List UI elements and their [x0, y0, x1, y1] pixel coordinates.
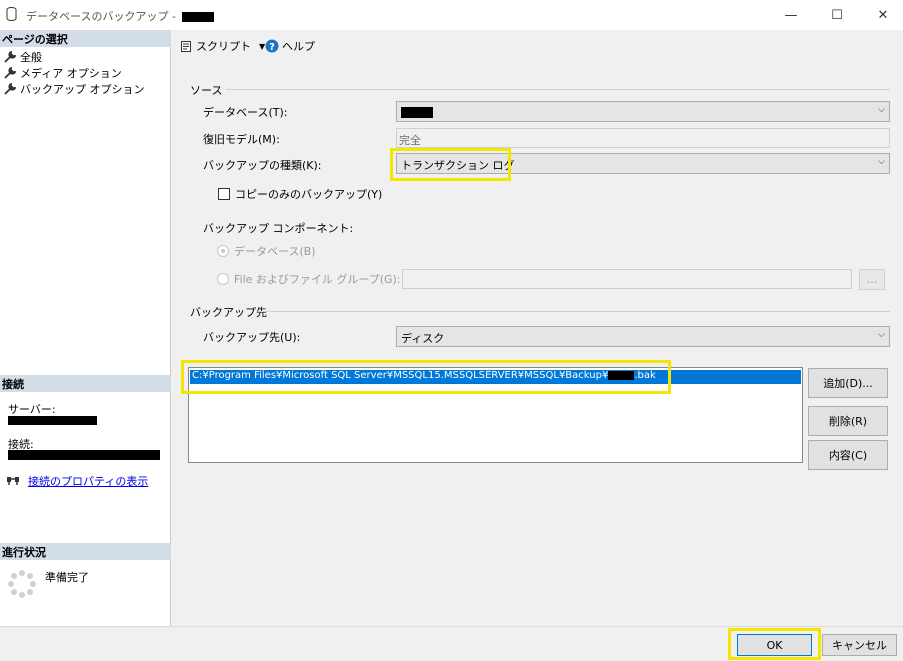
filegroup-field	[402, 269, 852, 289]
select-page-header: ページの選択	[0, 30, 171, 47]
source-group-divider	[226, 89, 890, 90]
backup-to-value: ディスク	[401, 332, 445, 345]
page-backup-options[interactable]: バックアップ オプション	[4, 81, 145, 97]
cancel-button[interactable]: キャンセル	[822, 634, 897, 656]
help-label: ヘルプ	[282, 40, 315, 53]
database-select[interactable]: ⌵	[396, 101, 890, 122]
close-button[interactable]: ✕	[860, 0, 903, 30]
title-bar: データベースのバックアップ - — ☐ ✕	[0, 0, 903, 30]
radio-files[interactable]: File およびファイル グループ(G):	[217, 271, 401, 287]
connection-properties-icon	[7, 477, 19, 485]
script-icon	[181, 40, 191, 52]
path-highlight	[181, 360, 671, 394]
copy-only-checkbox[interactable]: コピーのみのバックアップ(Y)	[218, 186, 382, 202]
progress-spinner-icon	[8, 570, 36, 598]
redacted-db-name	[182, 12, 215, 22]
remove-button[interactable]: 削除(R)	[808, 406, 888, 436]
destination-group-divider	[259, 311, 890, 312]
wrench-icon	[4, 83, 16, 95]
contents-button[interactable]: 内容(C)	[808, 440, 888, 470]
copy-only-label: コピーのみのバックアップ(Y)	[235, 188, 383, 201]
script-button[interactable]: スクリプト ▼	[180, 38, 265, 54]
maximize-button[interactable]: ☐	[814, 0, 860, 30]
destination-group-label: バックアップ先	[190, 306, 267, 319]
radio-database-label: データベース(B)	[234, 245, 316, 258]
chevron-down-icon: ⌵	[878, 105, 885, 115]
add-button[interactable]: 追加(D)...	[808, 368, 888, 398]
recovery-model-field: 完全	[396, 128, 890, 148]
backup-component-label: バックアップ コンポーネント:	[203, 222, 354, 235]
backup-to-select[interactable]: ディスク ⌵	[396, 326, 890, 347]
page-backup-options-label: バックアップ オプション	[20, 83, 145, 96]
redacted-database	[401, 106, 433, 118]
filegroup-browse-button[interactable]: ...	[859, 269, 885, 290]
recovery-model-label: 復旧モデル(M):	[203, 133, 280, 146]
toolbar: スクリプト ▼ ? ヘルプ	[172, 30, 903, 61]
window-title: データベースのバックアップ -	[26, 8, 215, 24]
page-media-options-label: メディア オプション	[20, 67, 122, 80]
page-general-label: 全般	[20, 51, 42, 64]
chevron-down-icon: ⌵	[878, 157, 885, 167]
server-label: サーバー:	[8, 403, 56, 416]
connection-header: 接続	[0, 375, 171, 392]
backup-to-label: バックアップ先(U):	[203, 331, 301, 344]
svg-text:?: ?	[269, 42, 275, 53]
page-general[interactable]: 全般	[4, 49, 42, 65]
left-pane: ページの選択 全般 メディア オプション バックアップ オプション 接続 サーバ…	[0, 30, 171, 626]
minimize-button[interactable]: —	[768, 0, 814, 30]
help-icon: ?	[265, 39, 279, 53]
backup-type-label: バックアップの種類(K):	[203, 159, 322, 172]
radio-database[interactable]: データベース(B)	[217, 243, 316, 259]
view-connection-properties-link[interactable]: 接続のプロパティの表示	[28, 473, 148, 489]
script-label: スクリプト	[196, 40, 251, 53]
redacted-server	[8, 416, 97, 425]
wrench-icon	[4, 51, 16, 63]
source-group-label: ソース	[190, 84, 223, 97]
help-button[interactable]: ? ヘルプ	[265, 38, 315, 54]
database-label: データベース(T):	[203, 106, 288, 119]
progress-header: 進行状況	[0, 543, 171, 560]
page-media-options[interactable]: メディア オプション	[4, 65, 122, 81]
radio-button	[217, 245, 229, 257]
redacted-connection	[8, 450, 160, 460]
chevron-down-icon: ⌵	[878, 330, 885, 340]
ok-highlight	[728, 628, 821, 660]
checkbox-box	[218, 188, 230, 200]
radio-button	[217, 273, 229, 285]
radio-files-label: File およびファイル グループ(G):	[234, 273, 401, 286]
wrench-icon	[4, 67, 16, 79]
database-icon	[6, 7, 17, 21]
progress-status: 準備完了	[45, 571, 89, 584]
backup-type-highlight	[390, 148, 511, 181]
